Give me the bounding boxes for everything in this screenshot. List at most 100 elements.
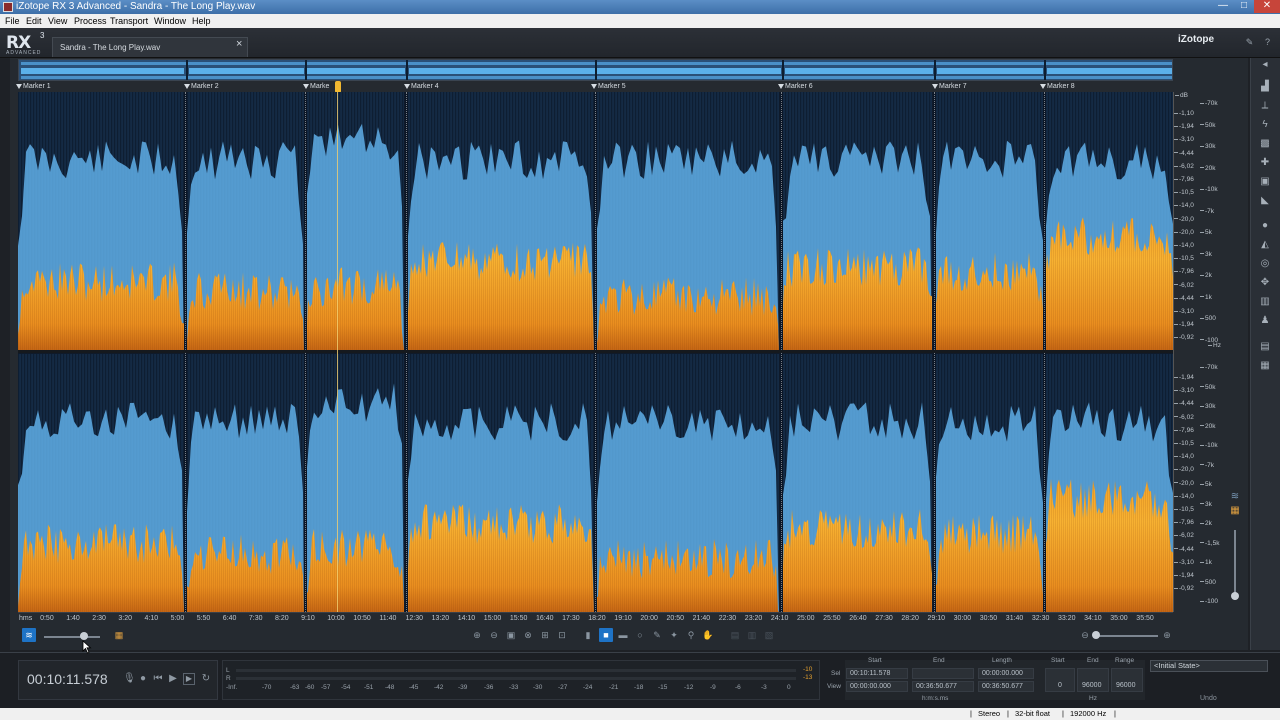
compare-icon[interactable]: ▦ bbox=[1258, 359, 1272, 373]
zoom-time-icon[interactable]: ⊞ bbox=[538, 628, 552, 642]
view-start-field[interactable]: 00:00:00.000 bbox=[846, 681, 908, 692]
play-icon[interactable]: ▶ bbox=[167, 673, 179, 684]
mic-icon[interactable]: 🎙 bbox=[123, 673, 136, 684]
frequency-select-icon[interactable]: ▬ bbox=[616, 628, 630, 642]
channel-ops-module-icon[interactable]: ◎ bbox=[1258, 257, 1272, 271]
time-tick: 3:20 bbox=[118, 615, 133, 622]
hand-tool-icon[interactable]: ✋ bbox=[701, 628, 715, 642]
marker-7[interactable]: Marker 7 bbox=[932, 82, 967, 92]
marker-4[interactable]: Marker 4 bbox=[404, 82, 439, 92]
magic-wand-icon[interactable]: ✦ bbox=[667, 628, 681, 642]
vertical-zoom-track[interactable] bbox=[1234, 530, 1236, 600]
disabled-tool-icon: ▤ bbox=[730, 630, 740, 640]
menu-view[interactable]: View bbox=[48, 14, 67, 28]
horizontal-zoom-out-icon[interactable]: ⊖ bbox=[1078, 628, 1092, 642]
db-tick: -20,0 bbox=[1174, 229, 1194, 236]
marker-8[interactable]: Marker 8 bbox=[1040, 82, 1075, 92]
time-select-icon[interactable]: ▮ bbox=[581, 628, 595, 642]
loop-icon[interactable]: ↻ bbox=[200, 673, 212, 684]
spectral-repair-module-icon[interactable]: ▣ bbox=[1258, 175, 1272, 189]
time-tick: 6:40 bbox=[222, 615, 237, 622]
overview-gap bbox=[782, 60, 784, 80]
resample-module-icon[interactable]: ♟ bbox=[1258, 314, 1272, 328]
horizontal-zoom-knob[interactable] bbox=[1092, 631, 1100, 639]
vertical-zoom-knob[interactable] bbox=[1231, 592, 1239, 600]
hz-tick: 30k bbox=[1200, 143, 1215, 150]
menu-help[interactable]: Help bbox=[192, 14, 211, 28]
freq-start-field[interactable]: 0 bbox=[1045, 668, 1075, 692]
play-selection-icon[interactable]: ▶ bbox=[183, 673, 195, 685]
time-ruler[interactable]: hms 0:50 1:40 2:30 3:20 4:10 5:00 5:50 6:40 7:30 8… bbox=[18, 612, 1173, 624]
denoise-module-icon[interactable]: ✚ bbox=[1258, 156, 1272, 170]
sel-start-field[interactable]: 00:10:11.578 bbox=[846, 668, 908, 679]
frequency-scale[interactable]: dB -1,10 -1,94 -3,10 -4,44 -6,02 -7,96 -10,5 -1… bbox=[1173, 92, 1223, 612]
marker-3[interactable]: Marke bbox=[303, 82, 329, 92]
blend-slider-knob[interactable] bbox=[80, 632, 88, 640]
menu-edit[interactable]: Edit bbox=[26, 14, 42, 28]
zoom-selection-icon[interactable]: ▣ bbox=[504, 628, 518, 642]
rewind-icon[interactable]: ⏮ bbox=[152, 673, 164, 684]
waveform-toggle-icon[interactable]: ≋ bbox=[22, 628, 36, 642]
zoom-out-icon[interactable]: ⊖ bbox=[487, 628, 501, 642]
declip-module-icon[interactable]: ▟ bbox=[1258, 80, 1272, 94]
spectrogram-segment bbox=[306, 92, 404, 350]
marker-5[interactable]: Marker 5 bbox=[591, 82, 626, 92]
hz-tick: -70k bbox=[1200, 100, 1218, 107]
window-title: iZotope RX 3 Advanced - Sandra - The Lon… bbox=[16, 1, 256, 12]
time-frequency-select-icon[interactable]: ■ bbox=[599, 628, 613, 642]
help-icon[interactable]: ? bbox=[1262, 37, 1273, 48]
sel-length-field[interactable]: 00:00:00.000 bbox=[978, 668, 1034, 679]
menu-window[interactable]: Window bbox=[154, 14, 186, 28]
lasso-icon[interactable]: ○ bbox=[633, 628, 647, 642]
db-tick: -10,5 bbox=[1174, 506, 1194, 513]
meter-scale-tick: -9 bbox=[710, 684, 716, 691]
menu-file[interactable]: File bbox=[5, 14, 20, 28]
overview-gap bbox=[1044, 60, 1046, 80]
db-tick: -20,0 bbox=[1174, 480, 1194, 487]
zoom-in-icon[interactable]: ⊕ bbox=[470, 628, 484, 642]
wave-zoom-icon[interactable]: ≋ bbox=[1230, 490, 1240, 504]
blend-slider-track[interactable] bbox=[44, 636, 100, 638]
spectro-zoom-icon[interactable]: ▦ bbox=[1230, 504, 1240, 518]
rx-logo-edition: ADVANCED bbox=[6, 50, 42, 56]
spectrogram-toggle-icon[interactable]: ▦ bbox=[112, 628, 126, 642]
maximize-button[interactable]: □ bbox=[1234, 0, 1254, 13]
close-button[interactable]: ✕ bbox=[1254, 0, 1280, 13]
sel-end-field[interactable] bbox=[912, 668, 974, 679]
zoom-freq-icon[interactable]: ⊡ bbox=[555, 628, 569, 642]
undo-label: Undo bbox=[1200, 695, 1217, 702]
menu-process[interactable]: Process bbox=[74, 14, 107, 28]
batch-processor-icon[interactable]: ▤ bbox=[1258, 340, 1272, 354]
view-end-field[interactable]: 00:36:50.677 bbox=[912, 681, 974, 692]
record-icon[interactable]: ● bbox=[137, 673, 149, 684]
decrackle-module-icon[interactable]: ϟ bbox=[1258, 118, 1272, 132]
horizontal-zoom-in-icon[interactable]: ⊕ bbox=[1160, 628, 1174, 642]
minimize-button[interactable]: — bbox=[1212, 0, 1234, 13]
spectrum-analyzer-icon[interactable]: ✥ bbox=[1258, 276, 1272, 290]
tab-close-icon[interactable]: × bbox=[236, 38, 242, 50]
histogram-icon[interactable]: ▥ bbox=[1258, 295, 1272, 309]
horizontal-zoom-track[interactable] bbox=[1094, 635, 1158, 637]
undo-history-dropdown[interactable]: <Initial State> bbox=[1150, 660, 1268, 672]
marker-2[interactable]: Marker 2 bbox=[184, 82, 219, 92]
marker-1[interactable]: Marker 1 bbox=[16, 82, 51, 92]
deconstruct-module-icon[interactable]: ◣ bbox=[1258, 194, 1272, 208]
waveform-overview[interactable] bbox=[18, 59, 1173, 81]
brush-icon[interactable]: ✎ bbox=[650, 628, 664, 642]
remove-hum-module-icon[interactable]: ▩ bbox=[1258, 137, 1272, 151]
declick-module-icon[interactable]: ⟂ bbox=[1258, 99, 1272, 113]
menu-transport[interactable]: Transport bbox=[110, 14, 148, 28]
view-length-field[interactable]: 00:36:50.677 bbox=[978, 681, 1034, 692]
collapse-arrow-icon[interactable]: ◂ bbox=[1258, 58, 1272, 72]
marker-6[interactable]: Marker 6 bbox=[778, 82, 813, 92]
eq-module-icon[interactable]: ◭ bbox=[1258, 238, 1272, 252]
app-icon[interactable] bbox=[3, 2, 13, 12]
title-bar: iZotope RX 3 Advanced - Sandra - The Lon… bbox=[0, 0, 1280, 14]
gain-module-icon[interactable]: ● bbox=[1258, 219, 1272, 233]
zoom-fit-icon[interactable]: ⊗ bbox=[521, 628, 535, 642]
zoom-tool-icon[interactable]: ⚲ bbox=[684, 628, 698, 642]
freq-end-field[interactable]: 96000 bbox=[1077, 668, 1109, 692]
file-tab[interactable]: Sandra - The Long Play.wav bbox=[52, 37, 248, 57]
wrench-icon[interactable]: ✎ bbox=[1244, 37, 1255, 48]
freq-range-field[interactable]: 96000 bbox=[1111, 668, 1143, 692]
